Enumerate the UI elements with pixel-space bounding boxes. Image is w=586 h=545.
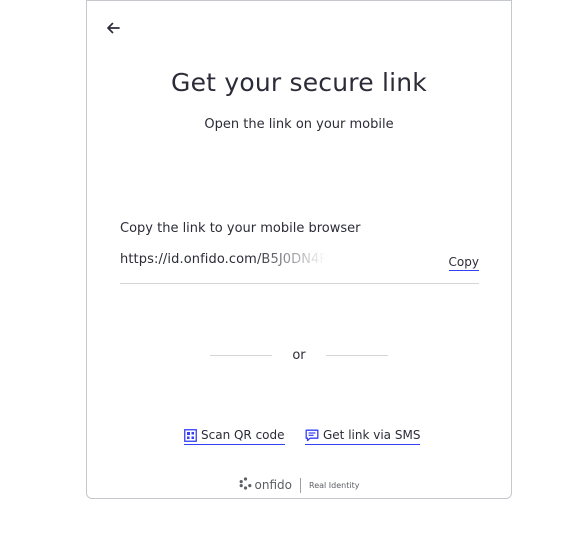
sms-icon (305, 429, 319, 442)
arrow-left-icon (106, 19, 120, 38)
divider-right (326, 355, 388, 356)
or-separator: or (292, 348, 306, 363)
copy-button[interactable]: Copy (448, 255, 479, 271)
footer: onfido Real Identity (87, 477, 511, 493)
page-subtitle: Open the link on your mobile (204, 117, 394, 132)
brand-name: onfido (254, 478, 292, 492)
get-link-via-sms-label: Get link via SMS (323, 428, 421, 442)
copy-link-label: Copy the link to your mobile browser (120, 221, 361, 236)
onfido-logo: onfido (239, 477, 292, 493)
qr-code-icon (184, 428, 197, 442)
brand-tagline: Real Identity (309, 480, 360, 490)
scan-qr-code-label: Scan QR code (201, 428, 285, 442)
get-link-via-sms-button[interactable]: Get link via SMS (305, 428, 421, 445)
page-title: Get your secure link (171, 68, 427, 97)
onfido-logo-icon (239, 477, 252, 493)
footer-separator (300, 477, 301, 493)
secure-link-url[interactable]: https://id.onfido.com/B5J0DN4P (120, 252, 326, 267)
secure-link-card: Get your secure link Open the link on yo… (86, 0, 512, 499)
secure-link-field: https://id.onfido.com/B5J0DN4P Copy (120, 244, 479, 284)
scan-qr-code-button[interactable]: Scan QR code (184, 428, 285, 445)
back-button[interactable] (104, 19, 122, 37)
